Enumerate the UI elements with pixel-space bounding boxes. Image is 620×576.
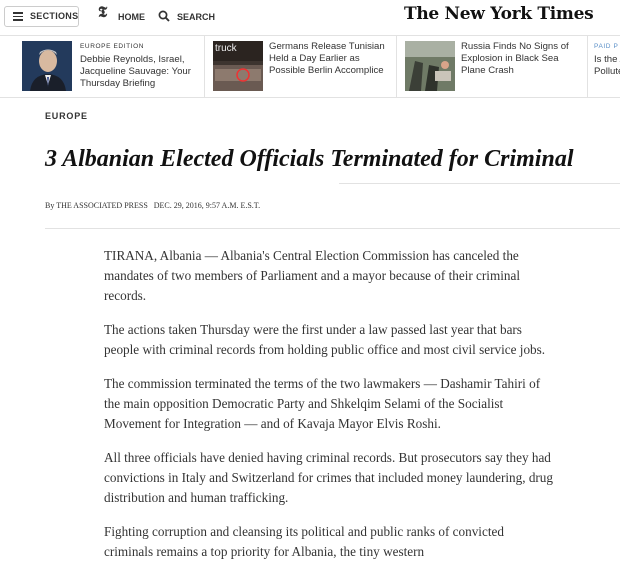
ribbon-thumbnail: truck	[213, 41, 263, 91]
sections-label: SECTIONS	[30, 11, 79, 21]
ribbon-title: Russia Finds No Signs of Explosion in Bl…	[461, 41, 569, 76]
ribbon-kicker: EUROPE EDITION	[80, 43, 145, 50]
search-icon	[158, 10, 170, 22]
story-ribbon: EUROPE EDITION Debbie Reynolds, Israel, …	[0, 35, 620, 98]
search-label: SEARCH	[177, 12, 216, 22]
article-paragraph: The actions taken Thursday were the firs…	[104, 322, 546, 357]
byline-author: By THE ASSOCIATED PRESS	[45, 201, 148, 210]
ribbon-thumbnail	[405, 41, 455, 91]
sections-button[interactable]: SECTIONS	[4, 6, 79, 27]
article-body: TIRANA, Albania — Albania's Central Elec…	[104, 246, 554, 576]
divider	[339, 183, 620, 184]
ribbon-title: Is the A Pollute	[594, 54, 620, 77]
ribbon-item[interactable]: PAID P Is the A Pollute	[587, 36, 620, 97]
thumbnail-caption: truck	[215, 43, 237, 54]
article-paragraph: All three officials have denied having c…	[104, 450, 553, 505]
divider	[45, 228, 620, 229]
nyt-t-logo-icon: 𝕿	[98, 5, 108, 21]
article-paragraph: The commission terminated the terms of t…	[104, 376, 541, 431]
ribbon-item[interactable]: truck Germans Release Tunisian Held a Da…	[204, 36, 397, 97]
ribbon-item[interactable]: Russia Finds No Signs of Explosion in Bl…	[396, 36, 588, 97]
nyt-logo[interactable]: The New York Times	[404, 4, 594, 24]
ribbon-title: Germans Release Tunisian Held a Day Earl…	[269, 41, 385, 76]
ribbon-title: Debbie Reynolds, Israel, Jacqueline Sauv…	[80, 54, 191, 89]
ribbon-kicker: PAID P	[594, 43, 619, 50]
section-label[interactable]: EUROPE	[45, 111, 88, 121]
article-paragraph: TIRANA, Albania — Albania's Central Elec…	[104, 248, 520, 303]
home-label: HOME	[118, 12, 145, 22]
article-headline: 3 Albanian Elected Officials Terminated …	[45, 146, 574, 172]
article-paragraph: Fighting corruption and cleansing its po…	[104, 524, 504, 559]
hamburger-menu-icon	[13, 12, 23, 21]
ribbon-thumbnail	[22, 41, 72, 91]
top-navigation-bar: SECTIONS 𝕿 HOME SEARCH The New York Time…	[0, 0, 620, 34]
ribbon-item[interactable]: EUROPE EDITION Debbie Reynolds, Israel, …	[0, 36, 204, 97]
byline-date: DEC. 29, 2016, 9:57 A.M. E.S.T.	[153, 201, 261, 210]
byline: By THE ASSOCIATED PRESS DEC. 29, 2016, 9:…	[45, 201, 260, 210]
